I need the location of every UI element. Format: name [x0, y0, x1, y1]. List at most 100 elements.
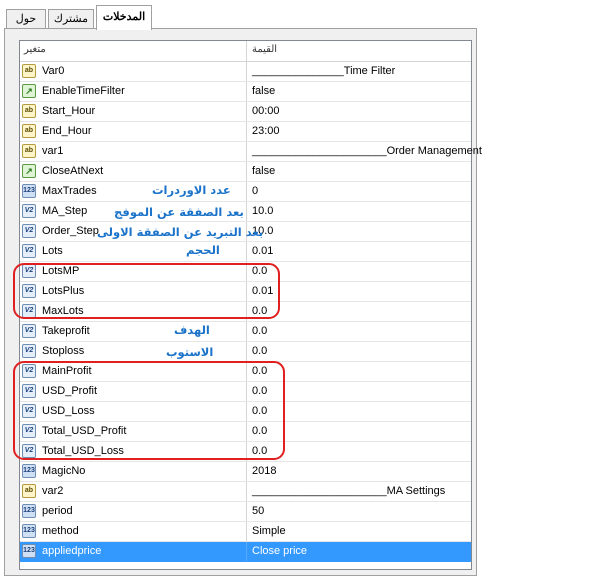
- header-value-label[interactable]: القيمة: [252, 44, 277, 55]
- param-value[interactable]: ______________________Order Management: [252, 145, 482, 157]
- param-value[interactable]: false: [252, 165, 275, 177]
- param-name: Order_Step: [42, 225, 99, 237]
- param-row-period[interactable]: 123 period 50: [20, 502, 471, 522]
- param-row-total-usd-profit[interactable]: V2 Total_USD_Profit 0.0: [20, 422, 471, 442]
- param-name-cell: V2 USD_Profit: [20, 382, 247, 401]
- param-value[interactable]: 0.0: [252, 445, 267, 457]
- tab-strip: حول مشترك المدخلات: [4, 5, 152, 30]
- param-row-method[interactable]: 123 method Simple: [20, 522, 471, 542]
- param-name: USD_Profit: [42, 385, 98, 397]
- param-name-cell: V2 Total_USD_Profit: [20, 422, 247, 441]
- param-value[interactable]: 0.01: [252, 285, 273, 297]
- param-name-cell: ab var2: [20, 482, 247, 501]
- param-name: Takeprofit: [42, 325, 90, 337]
- param-name: USD_Loss: [42, 405, 95, 417]
- param-name-cell: 123 appliedprice: [20, 542, 247, 561]
- annotation-ma-step: بعد الصفقة عن الموفج: [114, 205, 244, 219]
- param-value[interactable]: 0.0: [252, 345, 267, 357]
- param-value[interactable]: 50: [252, 505, 264, 517]
- param-value[interactable]: 0: [252, 185, 258, 197]
- tab-about[interactable]: حول: [6, 9, 46, 29]
- param-row-ma-step[interactable]: V2 MA_Step 10.0: [20, 202, 471, 222]
- param-name: CloseAtNext: [42, 165, 104, 177]
- param-type-int-icon: 123: [22, 464, 36, 478]
- param-value[interactable]: 0.0: [252, 425, 267, 437]
- param-row-stoploss[interactable]: V2 Stoploss 0.0: [20, 342, 471, 362]
- param-row-var0[interactable]: ab Var0 _______________Time Filter: [20, 62, 471, 82]
- annotation-stoploss: الاستوب: [166, 345, 214, 359]
- param-value[interactable]: false: [252, 85, 275, 97]
- param-value[interactable]: 23:00: [252, 125, 280, 137]
- param-name: period: [42, 505, 73, 517]
- param-value[interactable]: 0.0: [252, 265, 267, 277]
- param-type-int-icon: 123: [22, 184, 36, 198]
- tab-inputs[interactable]: المدخلات: [96, 5, 152, 30]
- param-type-int-icon: 123: [22, 504, 36, 518]
- param-row-end-hour[interactable]: ab End_Hour 23:00: [20, 122, 471, 142]
- param-type-bool-icon: ↗: [22, 164, 36, 178]
- param-name: MaxLots: [42, 305, 84, 317]
- param-type-string-icon: ab: [22, 124, 36, 138]
- annotation-max-trades: عدد الاوردرات: [152, 183, 231, 197]
- param-name-cell: 123 method: [20, 522, 247, 541]
- param-row-total-usd-loss[interactable]: V2 Total_USD_Loss 0.0: [20, 442, 471, 462]
- param-type-double-icon: V2: [22, 404, 36, 418]
- param-row-usd-profit[interactable]: V2 USD_Profit 0.0: [20, 382, 471, 402]
- param-value[interactable]: ______________________MA Settings: [252, 485, 445, 497]
- param-name-cell: ↗ EnableTimeFilter: [20, 82, 247, 101]
- param-row-appliedprice[interactable]: 123 appliedprice Close price: [20, 542, 471, 562]
- annotation-order-step: بعد التبريد عن الصفقة الاولى: [97, 225, 264, 239]
- param-row-lotsplus[interactable]: V2 LotsPlus 0.01: [20, 282, 471, 302]
- param-row-maxtrades[interactable]: 123 MaxTrades 0: [20, 182, 471, 202]
- param-name-cell: V2 USD_Loss: [20, 402, 247, 421]
- param-value[interactable]: 10.0: [252, 205, 273, 217]
- parameters-grid: متغير القيمة ab Var0 _______________Time F…: [19, 40, 482, 570]
- param-name: EnableTimeFilter: [42, 85, 125, 97]
- param-row-maxlots[interactable]: V2 MaxLots 0.0: [20, 302, 471, 322]
- param-type-double-icon: V2: [22, 284, 36, 298]
- param-row-mainprofit[interactable]: V2 MainProfit 0.0: [20, 362, 471, 382]
- param-row-magicno[interactable]: 123 MagicNo 2018: [20, 462, 471, 482]
- param-name: MaxTrades: [42, 185, 97, 197]
- grid-header: متغير القيمة: [20, 41, 471, 62]
- param-type-double-icon: V2: [22, 244, 36, 258]
- param-type-int-icon: 123: [22, 524, 36, 538]
- param-value[interactable]: 0.0: [252, 305, 267, 317]
- param-row-lotsmp[interactable]: V2 LotsMP 0.0: [20, 262, 471, 282]
- param-row-usd-loss[interactable]: V2 USD_Loss 0.0: [20, 402, 471, 422]
- param-row-enabletimefilter[interactable]: ↗ EnableTimeFilter false: [20, 82, 471, 102]
- param-value[interactable]: 0.0: [252, 325, 267, 337]
- param-row-var2[interactable]: ab var2 ______________________MA Settings: [20, 482, 471, 502]
- param-name: MA_Step: [42, 205, 88, 217]
- param-type-int-icon: 123: [22, 544, 36, 558]
- param-name-cell: V2 Takeprofit: [20, 322, 247, 341]
- param-row-takeprofit[interactable]: V2 Takeprofit 0.0: [20, 322, 471, 342]
- param-value[interactable]: Close price: [252, 545, 307, 557]
- param-type-string-icon: ab: [22, 484, 36, 498]
- param-value[interactable]: Simple: [252, 525, 286, 537]
- param-row-closeatnext[interactable]: ↗ CloseAtNext false: [20, 162, 471, 182]
- param-type-double-icon: V2: [22, 324, 36, 338]
- param-type-double-icon: V2: [22, 444, 36, 458]
- param-value[interactable]: _______________Time Filter: [252, 65, 395, 77]
- param-row-var1[interactable]: ab var1 ______________________Order Manage…: [20, 142, 482, 162]
- param-value[interactable]: 00:00: [252, 105, 280, 117]
- param-value[interactable]: 0.0: [252, 365, 267, 377]
- header-variable-column[interactable]: متغير: [20, 41, 247, 61]
- param-row-lots[interactable]: V2 Lots 0.01: [20, 242, 471, 262]
- param-value[interactable]: 0.0: [252, 385, 267, 397]
- param-value[interactable]: 0.01: [252, 245, 273, 257]
- param-name: Total_USD_Profit: [42, 425, 127, 437]
- tab-common[interactable]: مشترك: [48, 9, 94, 29]
- param-name: Total_USD_Loss: [42, 445, 124, 457]
- param-row-start-hour[interactable]: ab Start_Hour 00:00: [20, 102, 471, 122]
- param-type-double-icon: V2: [22, 224, 36, 238]
- param-value[interactable]: 2018: [252, 465, 276, 477]
- param-type-bool-icon: ↗: [22, 84, 36, 98]
- param-name: Lots: [42, 245, 63, 257]
- param-name: MagicNo: [42, 465, 86, 477]
- param-type-string-icon: ab: [22, 104, 36, 118]
- param-name: Var0: [42, 65, 65, 77]
- param-name-cell: ab var1: [20, 142, 247, 161]
- param-value[interactable]: 0.0: [252, 405, 267, 417]
